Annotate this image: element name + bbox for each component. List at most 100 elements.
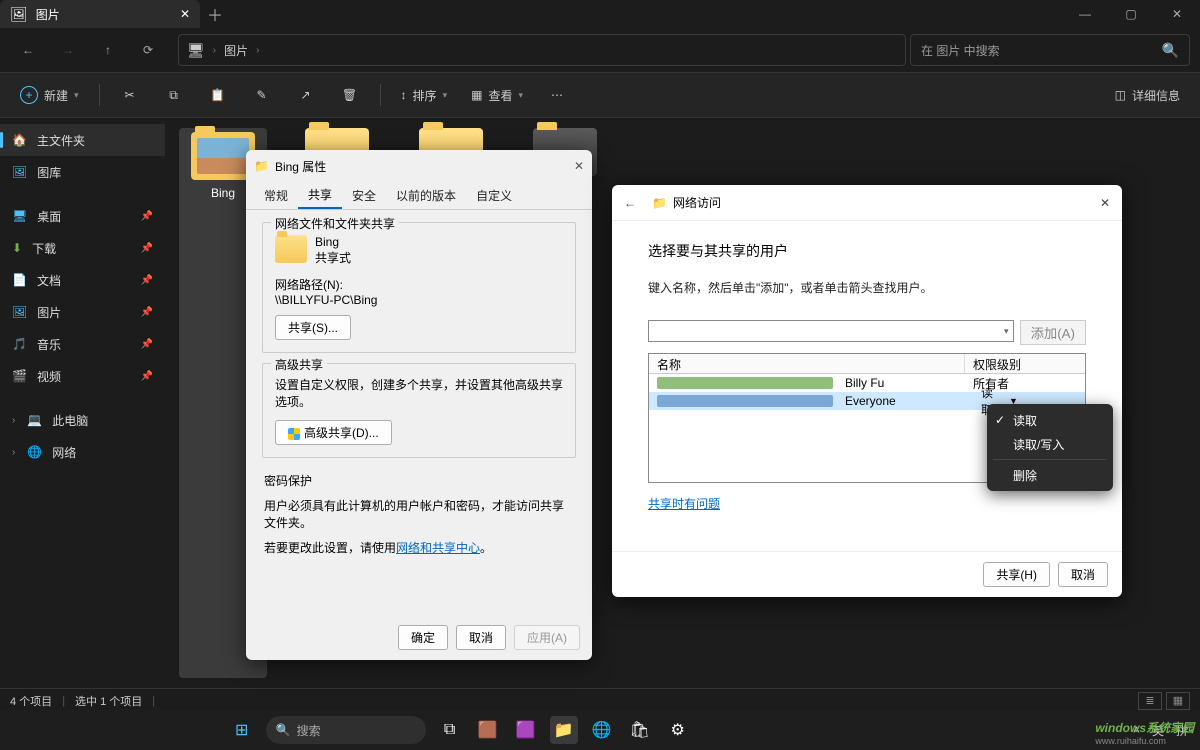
apply-button[interactable]: 应用(A) xyxy=(514,625,580,650)
tab-general[interactable]: 常规 xyxy=(254,182,298,209)
chevron-right-icon: › xyxy=(213,45,216,56)
sidebar-item-label: 网络 xyxy=(52,444,76,461)
cancel-button[interactable]: 取消 xyxy=(456,625,506,650)
music-icon: 🎵 xyxy=(12,337,27,351)
sidebar-item-label: 桌面 xyxy=(37,208,61,225)
explorer-icon[interactable]: 📁 xyxy=(550,716,578,744)
tab-close-icon[interactable]: ✕ xyxy=(180,7,190,21)
tab-previous[interactable]: 以前的版本 xyxy=(386,182,466,209)
share-button[interactable]: ↗ xyxy=(286,79,326,111)
group-network-share: 网络文件和文件夹共享 Bing 共享式 网络路径(N): \\BILLYFU-P… xyxy=(262,222,576,353)
tab-custom[interactable]: 自定义 xyxy=(466,182,522,209)
sidebar-item-desktop[interactable]: 🖥 桌面 📌 xyxy=(0,200,165,232)
taskbar-search[interactable]: 🔍 搜索 xyxy=(266,716,426,744)
details-label: 详细信息 xyxy=(1132,87,1180,104)
gallery-icon: 🖼 xyxy=(12,165,27,179)
share-hint: 键入名称，然后单击"添加"，或者单击箭头查找用户。 xyxy=(648,279,1086,296)
user-name: Everyone xyxy=(837,394,957,408)
pictures-icon: 🖼 xyxy=(10,6,28,23)
cancel-button[interactable]: 取消 xyxy=(1058,562,1108,587)
dialog-titlebar[interactable]: 📁 Bing 属性 ✕ xyxy=(246,150,592,182)
col-perm[interactable]: 权限级别 xyxy=(965,354,1085,373)
close-button[interactable]: ✕ xyxy=(1154,0,1200,28)
sidebar-item-documents[interactable]: 📄 文档 📌 xyxy=(0,264,165,296)
monitor-icon: 🖥 xyxy=(187,42,205,59)
back-button[interactable]: ← xyxy=(10,32,46,68)
group-title: 网络文件和文件夹共享 xyxy=(271,215,399,232)
search-input[interactable]: 在 图片 中搜索 🔍 xyxy=(910,34,1190,66)
view-grid-button[interactable]: ▦ xyxy=(1166,692,1190,710)
app-icon[interactable]: 🟪 xyxy=(512,716,540,744)
breadcrumb[interactable]: 🖥 › 图片 › xyxy=(178,34,906,66)
new-tab-button[interactable]: ＋ xyxy=(200,2,230,26)
taskview-button[interactable]: ⧉ xyxy=(436,716,464,744)
sort-button[interactable]: ↕ 排序 ▾ xyxy=(391,79,458,111)
view-list-button[interactable]: ≣ xyxy=(1138,692,1162,710)
folder-label: Bing xyxy=(211,186,235,200)
delete-button[interactable]: 🗑 xyxy=(330,79,370,111)
add-button[interactable]: 添加(A) xyxy=(1020,320,1086,345)
sidebar-item-gallery[interactable]: 🖼 图库 xyxy=(0,156,165,188)
breadcrumb-segment[interactable]: 图片 xyxy=(224,42,248,59)
advanced-share-button[interactable]: 高级共享(D)... xyxy=(275,420,392,445)
sort-label: 排序 xyxy=(413,87,437,104)
rename-icon: ✎ xyxy=(257,88,267,102)
sidebar-item-downloads[interactable]: ⬇ 下载 📌 xyxy=(0,232,165,264)
view-button[interactable]: ▦ 查看 ▾ xyxy=(461,79,533,111)
settings-icon[interactable]: ⚙ xyxy=(664,716,692,744)
view-icon: ▦ xyxy=(471,88,482,102)
copy-button[interactable]: ⧉ xyxy=(154,79,194,111)
menu-item-readwrite[interactable]: 读取/写入 xyxy=(987,432,1113,456)
sidebar-item-pictures[interactable]: 🖼 图片 📌 xyxy=(0,296,165,328)
toolbar: + 新建 ▾ ✂ ⧉ 📋 ✎ ↗ 🗑 ↕ 排序 ▾ ▦ 查看 ▾ ⋯ ◫ 详细信… xyxy=(0,72,1200,118)
tab-current[interactable]: 🖼 图片 ✕ xyxy=(0,0,200,28)
close-icon[interactable]: ✕ xyxy=(574,159,584,173)
ok-button[interactable]: 确定 xyxy=(398,625,448,650)
store-icon[interactable]: 🛍 xyxy=(626,716,654,744)
more-button[interactable]: ⋯ xyxy=(537,79,577,111)
sidebar-item-label: 音乐 xyxy=(37,336,61,353)
maximize-button[interactable]: ▢ xyxy=(1108,0,1154,28)
pc-icon: 💻 xyxy=(27,413,42,427)
sidebar-item-home[interactable]: 🏠 主文件夹 xyxy=(0,124,165,156)
user-combobox[interactable]: ▾ xyxy=(648,320,1014,342)
sidebar-item-thispc[interactable]: › 💻 此电脑 xyxy=(0,404,165,436)
share-confirm-button[interactable]: 共享(H) xyxy=(983,562,1050,587)
tab-share[interactable]: 共享 xyxy=(298,182,342,209)
sidebar-item-videos[interactable]: 🎬 视频 📌 xyxy=(0,360,165,392)
start-button[interactable]: ⊞ xyxy=(228,716,256,744)
edge-icon[interactable]: 🌐 xyxy=(588,716,616,744)
details-pane-button[interactable]: ◫ 详细信息 xyxy=(1105,79,1190,111)
menu-item-delete[interactable]: 删除 xyxy=(987,463,1113,487)
sidebar-item-label: 下载 xyxy=(32,240,56,257)
list-header: 名称 权限级别 xyxy=(649,354,1085,374)
share-button[interactable]: 共享(S)... xyxy=(275,315,351,340)
cut-button[interactable]: ✂ xyxy=(110,79,150,111)
up-button[interactable]: ↑ xyxy=(90,32,126,68)
trouble-link[interactable]: 共享时有问题 xyxy=(648,497,720,511)
app-icon[interactable]: 🟫 xyxy=(474,716,502,744)
dialog-titlebar[interactable]: ← 📁 网络访问 ✕ xyxy=(612,185,1122,221)
back-icon[interactable]: ← xyxy=(624,196,636,210)
more-icon: ⋯ xyxy=(551,88,563,102)
taskbar: ⊞ 🔍 搜索 ⧉ 🟫 🟪 📁 🌐 🛍 ⚙ ˄ 英 拼 xyxy=(0,710,1200,750)
navbar: ← → ↑ ⟳ 🖥 › 图片 › 在 图片 中搜索 🔍 xyxy=(0,28,1200,72)
paste-button[interactable]: 📋 xyxy=(198,79,238,111)
watermark: windows系统家园 www.ruihaifu.com xyxy=(1089,715,1200,750)
new-button[interactable]: + 新建 ▾ xyxy=(10,79,89,111)
group-password: 密码保护 用户必须具有此计算机的用户帐户和密码，才能访问共享文件夹。 若要更改此… xyxy=(262,468,576,560)
sidebar-item-label: 主文件夹 xyxy=(37,132,85,149)
chevron-down-icon: ▾ xyxy=(443,90,448,101)
refresh-button[interactable]: ⟳ xyxy=(130,32,166,68)
minimize-button[interactable]: — xyxy=(1062,0,1108,28)
network-center-link[interactable]: 网络和共享中心 xyxy=(396,541,480,555)
forward-button[interactable]: → xyxy=(50,32,86,68)
close-icon[interactable]: ✕ xyxy=(1100,196,1110,210)
rename-button[interactable]: ✎ xyxy=(242,79,282,111)
sidebar-item-network[interactable]: › 🌐 网络 xyxy=(0,436,165,468)
col-name[interactable]: 名称 xyxy=(649,354,965,373)
sidebar-item-music[interactable]: 🎵 音乐 📌 xyxy=(0,328,165,360)
tab-security[interactable]: 安全 xyxy=(342,182,386,209)
menu-item-read[interactable]: ✓ 读取 xyxy=(987,408,1113,432)
chevron-down-icon[interactable]: ▾ xyxy=(1004,326,1009,337)
